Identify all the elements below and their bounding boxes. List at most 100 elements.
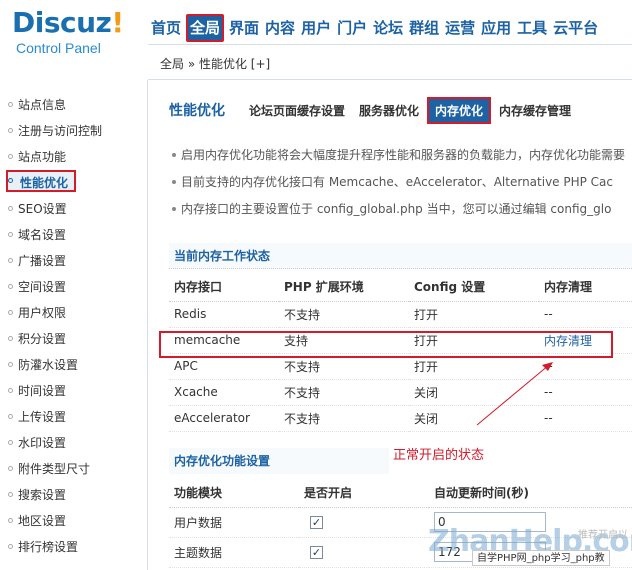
sidebar-item-user-permissions[interactable]: 用户权限 <box>6 302 142 324</box>
bullet-icon <box>8 492 13 497</box>
breadcrumb-bar: 全局 » 性能优化 [+] <box>148 44 632 80</box>
tab-memory-optimization[interactable]: 内存优化 <box>427 96 492 124</box>
bullet-icon <box>8 178 13 183</box>
bullet-icon <box>8 466 13 471</box>
tab-memory-cache-management[interactable]: 内存缓存管理 <box>499 102 571 119</box>
sidebar-item-broadcast[interactable]: 广播设置 <box>6 250 142 272</box>
watermark-tag: 自学PHP网_php学习_php教 <box>472 550 610 566</box>
sidebar-item-ranking[interactable]: 排行榜设置 <box>6 536 142 558</box>
bullet-icon <box>8 440 13 445</box>
user-data-checkbox[interactable]: ✓ <box>310 516 323 529</box>
table-row: Redis 不支持 打开 -- <box>169 301 632 328</box>
nav-content[interactable]: 内容 <box>262 14 298 42</box>
sidebar-item-performance[interactable]: 性能优化 <box>6 170 76 192</box>
memory-status-header: 当前内存工作状态 <box>169 243 632 269</box>
sidebar-item-domain[interactable]: 域名设置 <box>6 224 142 246</box>
bullet-icon <box>172 153 176 157</box>
bullet-icon <box>8 388 13 393</box>
cell-extension: 不支持 <box>279 301 409 328</box>
nav-portal[interactable]: 门户 <box>334 14 370 42</box>
feature-settings-header: 内存优化功能设置 <box>169 448 389 474</box>
sidebar-item-register-access[interactable]: 注册与访问控制 <box>6 120 142 142</box>
watermark: ZhanHelp.com 推荐开启以 自学PHP网_php学习_php教 <box>422 520 632 570</box>
logo-subtitle: Control Panel <box>16 40 101 56</box>
nav-global[interactable]: 全局 <box>186 14 225 42</box>
bullet-icon <box>172 180 176 184</box>
annotation-arrow-icon <box>476 362 553 426</box>
bullet-icon <box>8 518 13 523</box>
tab-server-optimization[interactable]: 服务器优化 <box>359 102 419 119</box>
cell-extension: 不支持 <box>279 379 409 406</box>
header: Discuz! Control Panel 首页 全局 界面 内容 用户 门户 … <box>0 0 632 80</box>
tab-forum-page-cache[interactable]: 论坛页面缓存设置 <box>249 102 345 119</box>
annotation-text: 正常开启的状态 <box>393 448 485 463</box>
tip-item: 内存接口的主要设置位于 config_global.php 当中，您可以通过编辑… <box>169 201 632 228</box>
nav-home[interactable]: 首页 <box>148 14 184 42</box>
table-header-row: 内存接口 PHP 扩展环境 Config 设置 内存清理 <box>169 273 632 302</box>
tip-item: 目前支持的内存优化接口有 Memcache、eAccelerator、Alter… <box>169 174 632 201</box>
tab-bar: 性能优化 论坛页面缓存设置 服务器优化 内存优化 内存缓存管理 <box>169 96 585 124</box>
bullet-icon <box>8 232 13 237</box>
sidebar-item-site-info[interactable]: 站点信息 <box>6 94 142 116</box>
cell-enabled: ✓ <box>299 507 429 538</box>
col-refresh-time: 自动更新时间(秒) <box>429 479 632 508</box>
sidebar-item-anti-spam[interactable]: 防灌水设置 <box>6 354 142 376</box>
sidebar-item-region[interactable]: 地区设置 <box>6 510 142 532</box>
bullet-icon <box>8 128 13 133</box>
sidebar-item-space[interactable]: 空间设置 <box>6 276 142 298</box>
cell-module: 主题数据 <box>169 537 299 568</box>
top-navigation: 首页 全局 界面 内容 用户 门户 论坛 群组 运营 应用 工具 云平台 <box>148 14 601 42</box>
table-row: eAccelerator 不支持 关闭 -- <box>169 405 632 432</box>
nav-forum[interactable]: 论坛 <box>370 14 406 42</box>
main-content: 性能优化 论坛页面缓存设置 服务器优化 内存优化 内存缓存管理 启用内存优化功能… <box>149 81 632 570</box>
col-interface: 内存接口 <box>169 273 279 302</box>
table-header-row: 功能模块 是否开启 自动更新时间(秒) <box>169 479 632 508</box>
nav-interface[interactable]: 界面 <box>226 14 262 42</box>
breadcrumb[interactable]: 全局 » 性能优化 [+] <box>160 55 270 72</box>
nav-users[interactable]: 用户 <box>298 14 334 42</box>
cell-interface: Xcache <box>169 379 279 406</box>
bullet-icon <box>8 362 13 367</box>
thread-data-checkbox[interactable]: ✓ <box>310 546 323 559</box>
sidebar-item-upload[interactable]: 上传设置 <box>6 406 142 428</box>
logo[interactable]: Discuz! Control Panel <box>12 6 124 56</box>
bullet-icon <box>8 102 13 107</box>
col-config: Config 设置 <box>409 273 539 302</box>
bullet-icon <box>8 310 13 315</box>
bullet-icon <box>8 258 13 263</box>
cell-extension: 不支持 <box>279 405 409 432</box>
logo-brand: Discuz! <box>12 6 124 39</box>
col-enabled: 是否开启 <box>299 479 429 508</box>
bullet-icon <box>8 154 13 159</box>
sidebar-item-search[interactable]: 搜索设置 <box>6 484 142 506</box>
col-php-extension: PHP 扩展环境 <box>279 273 409 302</box>
cell-interface: Redis <box>169 301 279 328</box>
bullet-icon <box>8 544 13 549</box>
watermark-hint: 推荐开启以 <box>578 530 628 541</box>
tips-list: 启用内存优化功能将会大幅度提升程序性能和服务器的负载能力，内存优化功能需要 目前… <box>169 147 632 228</box>
nav-operations[interactable]: 运营 <box>442 14 478 42</box>
nav-apps[interactable]: 应用 <box>478 14 514 42</box>
sidebar-item-seo[interactable]: SEO设置 <box>6 198 142 220</box>
sidebar: 站点信息 注册与访问控制 站点功能 性能优化 SEO设置 域名设置 广播设置 空… <box>0 80 148 570</box>
sidebar-item-time[interactable]: 时间设置 <box>6 380 142 402</box>
col-memory-clean: 内存清理 <box>539 273 632 302</box>
sidebar-item-credits[interactable]: 积分设置 <box>6 328 142 350</box>
highlight-box <box>159 331 613 358</box>
bullet-icon <box>172 207 176 211</box>
bullet-icon <box>8 414 13 419</box>
cell-module: 用户数据 <box>169 507 299 538</box>
sidebar-item-attachment-types[interactable]: 附件类型尺寸 <box>6 458 142 480</box>
bullet-icon <box>8 206 13 211</box>
cell-enabled: ✓ <box>299 537 429 568</box>
sidebar-item-watermark[interactable]: 水印设置 <box>6 432 142 454</box>
nav-cloud[interactable]: 云平台 <box>550 14 601 42</box>
tip-item: 启用内存优化功能将会大幅度提升程序性能和服务器的负载能力，内存优化功能需要 <box>169 147 632 174</box>
nav-groups[interactable]: 群组 <box>406 14 442 42</box>
cell-clean: -- <box>539 301 632 328</box>
nav-tools[interactable]: 工具 <box>514 14 550 42</box>
sidebar-item-site-features[interactable]: 站点功能 <box>6 146 142 168</box>
cell-config: 打开 <box>409 301 539 328</box>
cell-interface: eAccelerator <box>169 405 279 432</box>
col-module: 功能模块 <box>169 479 299 508</box>
